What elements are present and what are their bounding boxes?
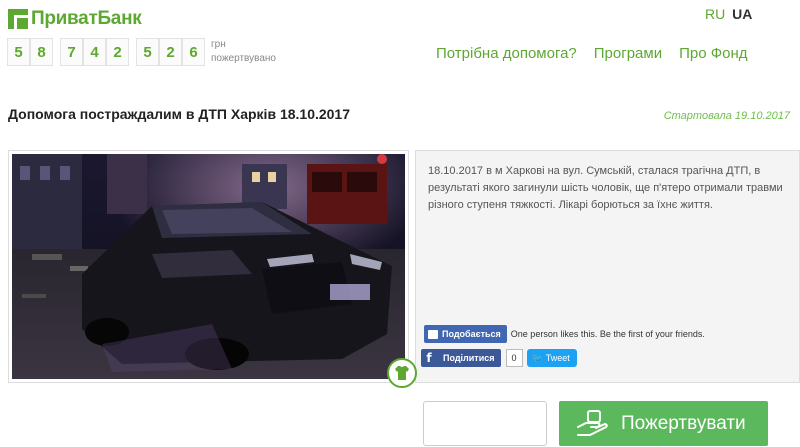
lang-ru-link[interactable]: RU bbox=[705, 6, 725, 22]
facebook-share-button[interactable]: f Поділитися bbox=[421, 349, 501, 367]
donation-amount-input[interactable] bbox=[423, 401, 547, 446]
nav-need-help[interactable]: Потрібна допомога? bbox=[436, 45, 577, 62]
facebook-like-label: Подобається bbox=[442, 329, 501, 339]
donate-button-label: Пожертвувати bbox=[621, 412, 746, 434]
tweet-button[interactable]: 🐦 Tweet bbox=[526, 349, 577, 367]
facebook-like-text: One person likes this. Be the first of y… bbox=[510, 329, 705, 339]
main-nav: Потрібна допомога? Програми Про Фонд bbox=[436, 45, 765, 62]
campaign-description: 18.10.2017 в м Харкові на вул. Сумській,… bbox=[428, 165, 783, 211]
campaign-photo-panel bbox=[8, 150, 409, 383]
campaign-photo bbox=[12, 154, 405, 379]
language-switcher: RU UA bbox=[705, 6, 752, 22]
facebook-like-widget: Подобається One person likes this. Be th… bbox=[424, 325, 705, 343]
counter-digit: 8 bbox=[30, 38, 53, 66]
counter-digit: 5 bbox=[7, 38, 30, 66]
nav-about-fund[interactable]: Про Фонд bbox=[679, 45, 747, 62]
facebook-icon: f bbox=[426, 351, 432, 365]
campaign-title: Допомога постраждалим в ДТП Харків 18.10… bbox=[8, 106, 351, 122]
counter-caption: пожертвувано bbox=[211, 53, 276, 64]
donate-hand-icon bbox=[577, 409, 608, 436]
donate-button[interactable]: Пожертвувати bbox=[559, 401, 768, 446]
counter-currency: грн bbox=[211, 39, 226, 50]
crashed-car-image bbox=[12, 154, 405, 379]
category-badge bbox=[387, 358, 417, 388]
counter-digit: 4 bbox=[83, 38, 106, 66]
nav-programs[interactable]: Програми bbox=[594, 45, 662, 62]
campaign-description-panel: 18.10.2017 в м Харкові на вул. Сумській,… bbox=[415, 150, 800, 383]
facebook-share-label: Поділитися bbox=[443, 353, 495, 363]
counter-digit: 5 bbox=[136, 38, 159, 66]
counter-digit: 7 bbox=[60, 38, 83, 66]
counter-digit: 6 bbox=[182, 38, 205, 66]
facebook-like-button[interactable]: Подобається bbox=[424, 325, 507, 343]
privatbank-logo-icon bbox=[8, 9, 28, 29]
counter-digit: 2 bbox=[106, 38, 129, 66]
thumbs-up-icon bbox=[428, 329, 438, 339]
shirt-icon bbox=[395, 366, 409, 380]
lang-ua-current: UA bbox=[732, 6, 753, 22]
counter-digit: 2 bbox=[159, 38, 182, 66]
tweet-label: Tweet bbox=[545, 353, 570, 363]
counter-label: грн пожертвувано bbox=[211, 38, 276, 66]
privatbank-logo[interactable]: ПриватБанк bbox=[8, 8, 142, 30]
twitter-bird-icon: 🐦 bbox=[531, 352, 543, 363]
donation-counter: 5 8 7 4 2 5 2 6 грн пожертвувано bbox=[7, 38, 276, 66]
campaign-start-date: Стартовала 19.10.2017 bbox=[663, 110, 790, 122]
share-count: 0 bbox=[505, 349, 523, 367]
share-row: f Поділитися 0 🐦 Tweet bbox=[421, 349, 577, 367]
logo-text: ПриватБанк bbox=[31, 8, 142, 29]
